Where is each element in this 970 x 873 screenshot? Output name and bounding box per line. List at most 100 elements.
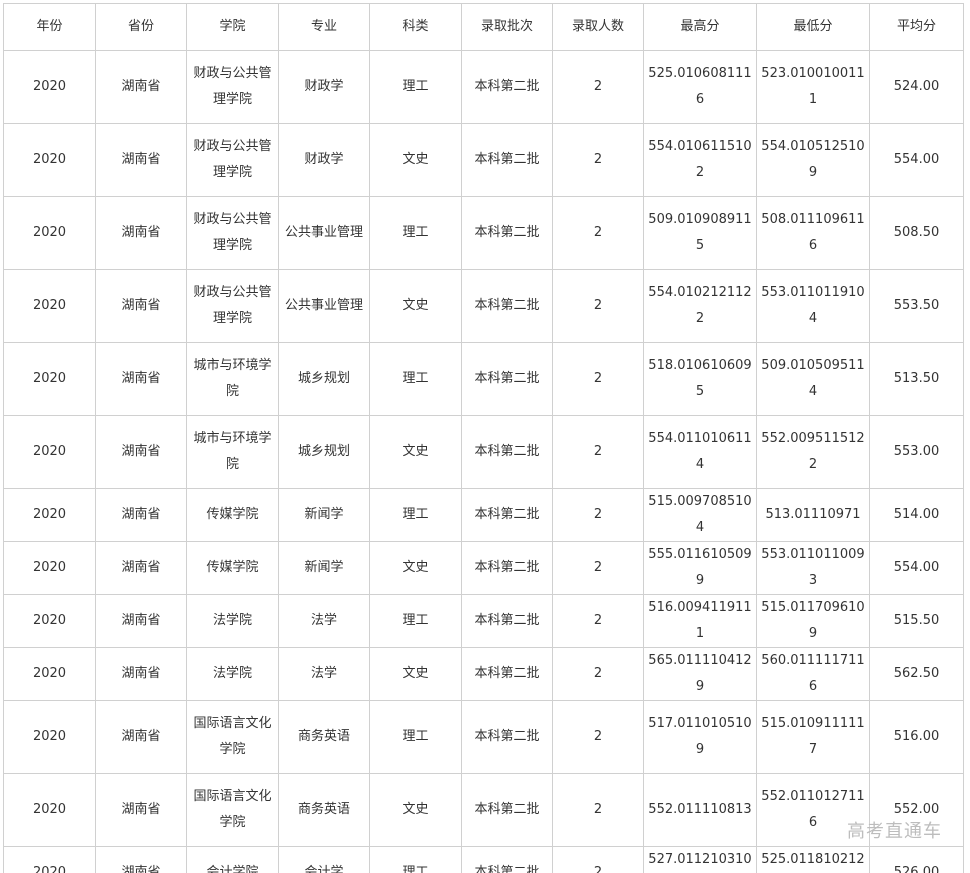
lowest-score-cell: 508.0111096116 xyxy=(756,196,870,270)
province-cell: 湖南省 xyxy=(95,415,187,489)
header-lowest-score: 最低分 xyxy=(756,3,870,51)
header-year: 年份 xyxy=(3,3,96,51)
highest-score-cell: 552.011110813 xyxy=(643,773,757,847)
highest-score-cell: 565.0111104129 xyxy=(643,647,757,701)
major-cell: 公共事业管理 xyxy=(278,196,370,270)
major-cell: 新闻学 xyxy=(278,541,370,595)
year-cell: 2020 xyxy=(3,415,96,489)
table-row: 2020湖南省会计学院会计学理工本科第二批2527.0112103106525.… xyxy=(3,846,964,873)
batch-cell: 本科第二批 xyxy=(461,773,553,847)
table-row: 2020 湖南省 城市与环境学院 城乡规划 文史 本科第二批 2 554.0110106114… xyxy=(3,415,964,489)
admitted-count-cell: 2 xyxy=(552,488,644,542)
college-cell: 国际语言文化学院 xyxy=(186,700,279,774)
header-batch: 录取批次 xyxy=(461,3,553,51)
category-cell: 理工 xyxy=(369,594,462,648)
table-header-row: 年份 省份 学院 专业 科类 录取批次 录取人数 最高分 最低分 平均分 xyxy=(3,3,964,51)
category-cell: 理工 xyxy=(369,50,462,124)
highest-score-cell: 515.0097085104 xyxy=(643,488,757,542)
table-row: 2020 湖南省 财政与公共管理学院 公共事业管理 文史 本科第二批 2 554.010212… xyxy=(3,269,964,343)
table-row: 2020 湖南省 传媒学院 新闻学 文史 本科第二批 2 555.0116105099 553.… xyxy=(3,541,964,595)
year-cell: 2020 xyxy=(3,269,96,343)
year-cell: 2020 xyxy=(3,123,96,197)
header-highest-score: 最高分 xyxy=(643,3,757,51)
average-score-cell: 562.50 xyxy=(869,647,964,701)
lowest-score-cell: 554.0105125109 xyxy=(756,123,870,197)
year-cell: 2020 xyxy=(3,488,96,542)
college-cell: 财政与公共管理学院 xyxy=(186,269,279,343)
province-cell: 湖南省 xyxy=(95,594,187,648)
header-category: 科类 xyxy=(369,3,462,51)
category-cell: 文史 xyxy=(369,123,462,197)
lowest-score-cell: 515.0117096109 xyxy=(756,594,870,648)
table-row: 2020 湖南省 国际语言文化学院 商务英语 文史 本科第二批 2 552.011110813… xyxy=(3,773,964,847)
college-cell: 财政与公共管理学院 xyxy=(186,196,279,270)
province-cell: 湖南省 xyxy=(95,50,187,124)
table-row: 2020 湖南省 传媒学院 新闻学 理工 本科第二批 2 515.0097085104 513.… xyxy=(3,488,964,542)
major-cell: 公共事业管理 xyxy=(278,269,370,343)
header-major: 专业 xyxy=(278,3,370,51)
province-cell: 湖南省 xyxy=(95,342,187,416)
admission-score-table: 年份 省份 学院 专业 科类 录取批次 录取人数 最高分 最低分 平均分 202… xyxy=(3,3,964,873)
province-cell: 湖南省 xyxy=(95,488,187,542)
major-cell: 城乡规划 xyxy=(278,415,370,489)
batch-cell: 本科第二批 xyxy=(461,846,553,873)
admitted-count-cell: 2 xyxy=(552,700,644,774)
admission-score-table-wrapper: 年份 省份 学院 专业 科类 录取批次 录取人数 最高分 最低分 平均分 202… xyxy=(3,3,964,873)
category-cell: 文史 xyxy=(369,415,462,489)
college-cell: 国际语言文化学院 xyxy=(186,773,279,847)
year-cell: 2020 xyxy=(3,647,96,701)
average-score-cell: 554.00 xyxy=(869,123,964,197)
college-cell: 传媒学院 xyxy=(186,488,279,542)
college-cell: 传媒学院 xyxy=(186,541,279,595)
average-score-cell: 526.00 xyxy=(869,846,964,873)
major-cell: 城乡规划 xyxy=(278,342,370,416)
province-cell: 湖南省 xyxy=(95,123,187,197)
batch-cell: 本科第二批 xyxy=(461,647,553,701)
average-score-cell: 516.00 xyxy=(869,700,964,774)
highest-score-cell: 554.0102121122 xyxy=(643,269,757,343)
table-row: 2020 湖南省 法学院 法学 文史 本科第二批 2 565.0111104129 560.01… xyxy=(3,647,964,701)
batch-cell: 本科第二批 xyxy=(461,541,553,595)
year-cell: 2020 xyxy=(3,594,96,648)
year-cell: 2020 xyxy=(3,773,96,847)
batch-cell: 本科第二批 xyxy=(461,415,553,489)
admitted-count-cell: 2 xyxy=(552,415,644,489)
year-cell: 2020 xyxy=(3,342,96,416)
category-cell: 理工 xyxy=(369,488,462,542)
major-cell: 新闻学 xyxy=(278,488,370,542)
table-body: 2020 湖南省 财政与公共管理学院 财政学 理工 本科第二批 2 525.010608111… xyxy=(3,50,964,873)
major-cell: 法学 xyxy=(278,594,370,648)
header-province: 省份 xyxy=(95,3,187,51)
province-cell: 湖南省 xyxy=(95,541,187,595)
major-cell: 法学 xyxy=(278,647,370,701)
major-cell: 财政学 xyxy=(278,123,370,197)
admitted-count-cell: 2 xyxy=(552,50,644,124)
batch-cell: 本科第二批 xyxy=(461,196,553,270)
average-score-cell: 553.50 xyxy=(869,269,964,343)
province-cell: 湖南省 xyxy=(95,196,187,270)
category-cell: 理工 xyxy=(369,342,462,416)
category-cell: 文史 xyxy=(369,773,462,847)
year-cell: 2020 xyxy=(3,541,96,595)
college-cell: 城市与环境学院 xyxy=(186,415,279,489)
province-cell: 湖南省 xyxy=(95,647,187,701)
college-cell: 法学院 xyxy=(186,594,279,648)
lowest-score-cell: 553.0110119104 xyxy=(756,269,870,343)
average-score-cell: 508.50 xyxy=(869,196,964,270)
college-cell: 城市与环境学院 xyxy=(186,342,279,416)
admitted-count-cell: 2 xyxy=(552,773,644,847)
lowest-score-cell: 513.01110971 xyxy=(756,488,870,542)
college-cell: 财政与公共管理学院 xyxy=(186,50,279,124)
table-row: 2020 湖南省 财政与公共管理学院 财政学 文史 本科第二批 2 554.010611510… xyxy=(3,123,964,197)
lowest-score-cell: 515.0109111117 xyxy=(756,700,870,774)
category-cell: 文史 xyxy=(369,647,462,701)
admitted-count-cell: 2 xyxy=(552,196,644,270)
category-cell: 理工 xyxy=(369,846,462,873)
average-score-cell: 553.00 xyxy=(869,415,964,489)
admitted-count-cell: 2 xyxy=(552,342,644,416)
province-cell: 湖南省 xyxy=(95,846,187,873)
batch-cell: 本科第二批 xyxy=(461,594,553,648)
table-row: 2020 湖南省 法学院 法学 理工 本科第二批 2 516.0094119111 515.01… xyxy=(3,594,964,648)
table-row: 2020 湖南省 财政与公共管理学院 财政学 理工 本科第二批 2 525.010608111… xyxy=(3,50,964,124)
major-cell: 商务英语 xyxy=(278,773,370,847)
